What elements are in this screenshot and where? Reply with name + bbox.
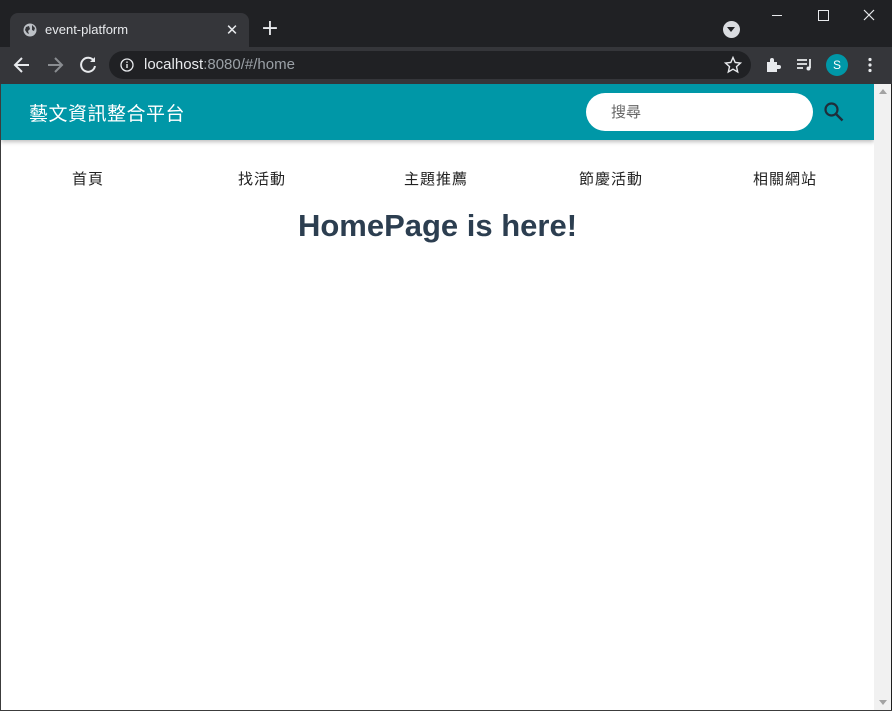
bookmark-star-icon[interactable] <box>724 56 742 74</box>
site-info-icon[interactable] <box>120 58 134 72</box>
back-arrow-icon[interactable] <box>10 53 34 77</box>
url-text: localhost:8080/#/home <box>144 56 295 73</box>
app-header: 藝文資訊整合平台 <box>1 84 874 140</box>
forward-arrow-icon[interactable] <box>43 53 67 77</box>
page-viewport: 藝文資訊整合平台 首頁 找活動 主題推薦 節慶活動 相關網站 HomePage … <box>1 84 874 710</box>
tab-search-icon[interactable] <box>723 21 740 38</box>
nav-item-festivals[interactable]: 節慶活動 <box>579 168 643 189</box>
globe-icon <box>23 23 37 37</box>
maximize-window-button[interactable] <box>800 0 846 30</box>
page-heading: HomePage is here! <box>297 208 578 243</box>
search-input[interactable] <box>586 93 813 131</box>
more-menu-icon[interactable] <box>861 56 879 74</box>
extensions-puzzle-icon[interactable] <box>764 56 782 74</box>
main-nav: 首頁 找活動 主題推薦 節慶活動 相關網站 <box>1 168 874 192</box>
nav-item-themes[interactable]: 主題推薦 <box>404 168 468 189</box>
close-window-button[interactable] <box>846 0 892 30</box>
tab-strip: event-platform ✕ + <box>0 0 892 47</box>
browser-toolbar: localhost:8080/#/home S <box>0 47 892 84</box>
tab-close-icon[interactable]: ✕ <box>223 21 241 39</box>
address-bar[interactable]: localhost:8080/#/home <box>109 51 751 79</box>
reload-icon[interactable] <box>76 53 100 77</box>
site-brand[interactable]: 藝文資訊整合平台 <box>29 99 185 126</box>
nav-item-related-sites[interactable]: 相關網站 <box>753 168 817 189</box>
nav-item-home[interactable]: 首頁 <box>72 168 104 189</box>
scroll-up-arrow-icon[interactable] <box>879 89 887 94</box>
search-icon[interactable] <box>823 101 845 123</box>
url-path: :8080/#/home <box>203 56 295 73</box>
browser-tab[interactable]: event-platform ✕ <box>10 13 249 47</box>
vertical-scrollbar[interactable] <box>874 84 891 710</box>
tab-title: event-platform <box>45 22 129 37</box>
profile-avatar[interactable]: S <box>826 54 848 76</box>
close-icon <box>863 9 875 21</box>
new-tab-plus-icon[interactable]: + <box>258 18 282 42</box>
minimize-window-button[interactable] <box>754 0 800 30</box>
url-host: localhost <box>144 56 204 73</box>
media-queue-icon[interactable] <box>796 56 814 74</box>
scroll-down-arrow-icon[interactable] <box>879 700 887 705</box>
nav-item-find-events[interactable]: 找活動 <box>238 168 286 189</box>
